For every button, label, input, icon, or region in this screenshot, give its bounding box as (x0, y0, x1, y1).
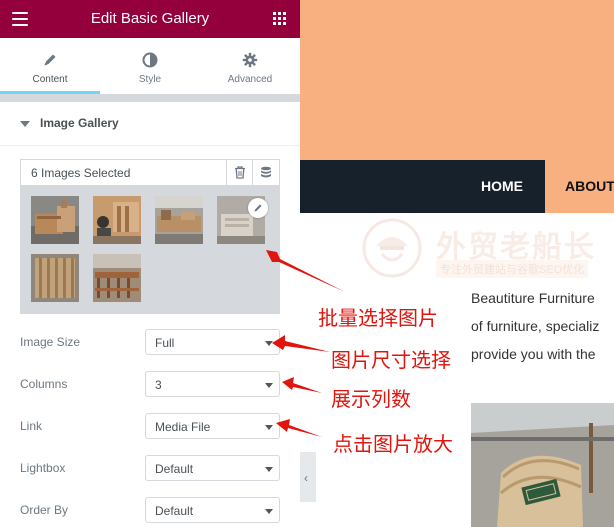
nav-about[interactable]: ABOUT (545, 160, 614, 213)
editor-title: Edit Basic Gallery (90, 10, 210, 27)
tab-content[interactable]: Content (0, 38, 100, 94)
banner-area (300, 0, 614, 160)
nav-home[interactable]: HOME (481, 178, 523, 194)
tab-style-label: Style (138, 74, 162, 85)
image-size-select[interactable]: Full (145, 329, 280, 355)
site-navigation: HOME ABOUT (300, 160, 614, 213)
order-by-label: Order By (20, 503, 69, 517)
about-paragraph: Beautiture Furniture of furniture, speci… (471, 284, 614, 368)
section-header[interactable]: Image Gallery (0, 102, 300, 146)
pencil-icon (44, 54, 56, 66)
warehouse-image (471, 403, 614, 527)
image-size-label: Image Size (20, 335, 81, 349)
editor-tabs: Content Style Advanced (0, 38, 300, 94)
nav-about-label: ABOUT (565, 178, 614, 194)
annotation-columns: 展示列数 (331, 389, 411, 411)
chevron-down-icon (265, 425, 273, 430)
gallery-control[interactable]: 6 Images Selected (20, 159, 280, 314)
columns-control: Columns 3 (20, 371, 280, 397)
watermark-logo: 外贸老船长 专注外贸建站与谷歌SEO优化 (360, 216, 614, 286)
order-by-control: Order By Default (20, 497, 280, 523)
gallery-toolbar: 6 Images Selected (21, 160, 279, 186)
image-size-value: Full (155, 336, 175, 350)
lightbox-select[interactable]: Default (145, 455, 280, 481)
chevron-left-icon: ‹ (304, 471, 308, 485)
link-label: Link (20, 419, 43, 433)
section-title: Image Gallery (40, 116, 119, 130)
tab-advanced-label: Advanced (227, 74, 273, 85)
furniture-photo (471, 403, 614, 527)
chevron-down-icon (265, 467, 273, 472)
watermark-subtitle: 专注外贸建站与谷歌SEO优化 (436, 260, 589, 278)
lightbox-control: Lightbox Default (20, 455, 280, 481)
half-circle-icon (142, 52, 158, 68)
gallery-thumbnail[interactable] (155, 196, 203, 244)
collapse-panel-button[interactable]: ‹ (300, 452, 316, 502)
paragraph-line: provide you with the (471, 346, 596, 362)
database-icon (261, 166, 271, 178)
paragraph-line: of furniture, specializ (471, 318, 600, 334)
annotation-batch-select: 批量选择图片 (318, 308, 438, 330)
paragraph-line: Beautiture Furniture (471, 290, 595, 306)
image-gallery-section: Image Gallery 6 Images Selected Image Si… (0, 102, 300, 527)
link-value: Media File (155, 420, 211, 434)
image-size-control: Image Size Full (20, 329, 280, 355)
tab-advanced[interactable]: Advanced (200, 38, 300, 94)
columns-label: Columns (20, 377, 68, 391)
editor-panel: Edit Basic Gallery Content Style Advance… (0, 0, 300, 527)
tab-style[interactable]: Style (100, 38, 200, 94)
gallery-thumbnail[interactable] (31, 254, 79, 302)
chevron-down-icon (265, 383, 273, 388)
tabs-divider (0, 94, 300, 102)
widgets-grid-icon[interactable] (273, 12, 286, 25)
columns-select[interactable]: 3 (145, 371, 280, 397)
order-by-value: Default (155, 504, 194, 518)
editor-header: Edit Basic Gallery (0, 0, 300, 38)
trash-icon (235, 166, 245, 179)
chevron-down-icon (265, 341, 273, 346)
link-select[interactable]: Media File (145, 413, 280, 439)
edit-gallery-button[interactable] (248, 198, 268, 218)
link-control: Link Media File (20, 413, 280, 439)
gallery-thumbnail[interactable] (93, 254, 141, 302)
order-by-select[interactable]: Default (145, 497, 280, 523)
gear-icon (242, 52, 258, 68)
tab-content-label: Content (32, 74, 68, 85)
pencil-icon (254, 204, 262, 212)
database-gallery-button[interactable] (252, 160, 278, 186)
annotation-click-enlarge: 点击图片放大 (333, 434, 453, 456)
gallery-thumbnail[interactable] (31, 196, 79, 244)
caret-down-icon (20, 121, 30, 127)
columns-value: 3 (155, 378, 162, 392)
chevron-down-icon (265, 509, 273, 514)
lightbox-label: Lightbox (20, 461, 66, 475)
annotation-image-size: 图片尺寸选择 (331, 350, 451, 372)
delete-gallery-button[interactable] (226, 160, 252, 186)
images-selected-count: 6 Images Selected (31, 166, 131, 180)
lightbox-value: Default (155, 462, 194, 476)
gallery-thumbnail[interactable] (93, 196, 141, 244)
ship-captain-logo (362, 218, 422, 278)
